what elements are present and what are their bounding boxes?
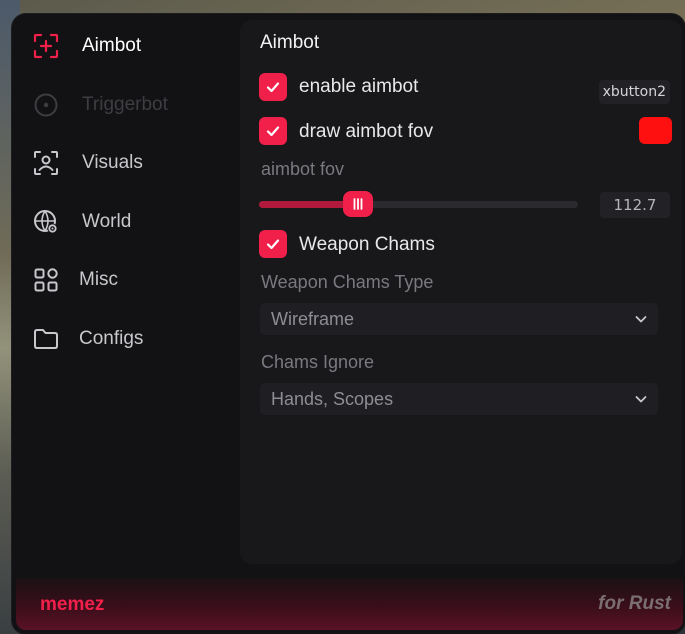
- draw-fov-label: draw aimbot fov: [299, 121, 434, 142]
- checkmark-icon: [266, 82, 280, 93]
- fov-slider-label: aimbot fov: [261, 159, 345, 179]
- cheat-menu-window: Aimbot Triggerbot Visuals World Misc Con…: [12, 14, 685, 634]
- sidebar-item-configs[interactable]: Configs: [12, 319, 237, 359]
- sidebar-item-label: World: [82, 211, 132, 232]
- sidebar: Aimbot Triggerbot Visuals World Misc Con…: [12, 14, 237, 574]
- sidebar-item-label: Triggerbot: [82, 94, 168, 115]
- chams-ignore-dropdown[interactable]: Hands, Scopes: [260, 383, 658, 415]
- settings-panel: Aimbot enable aimbot xbutton2 draw aimbo…: [240, 20, 682, 564]
- chams-ignore-label: Chams Ignore: [261, 352, 375, 372]
- weapon-chams-label: Weapon Chams: [299, 234, 435, 255]
- brand-logo: memez: [40, 594, 105, 615]
- fov-color-picker[interactable]: [639, 117, 672, 144]
- chevron-down-icon: [635, 316, 647, 323]
- fov-value-input[interactable]: 112.7: [600, 192, 670, 218]
- sidebar-item-visuals[interactable]: Visuals: [12, 143, 237, 183]
- footer-bar: memez for Rust: [16, 578, 683, 630]
- sidebar-item-world[interactable]: World: [12, 202, 237, 242]
- draw-fov-checkbox[interactable]: [259, 117, 287, 145]
- weapon-chams-checkbox[interactable]: [259, 230, 287, 258]
- folder-icon: [32, 325, 60, 353]
- checkmark-icon: [266, 239, 280, 250]
- fov-slider-track[interactable]: [259, 201, 578, 208]
- checkmark-icon: [266, 126, 280, 137]
- fov-slider-handle[interactable]: [343, 191, 373, 217]
- panel-title: Aimbot: [260, 32, 320, 53]
- sidebar-item-triggerbot[interactable]: Triggerbot: [12, 85, 237, 125]
- target-circle-icon: [32, 91, 60, 119]
- grid-icon: [32, 266, 60, 294]
- chams-type-value: Wireframe: [271, 309, 355, 329]
- enable-aimbot-label: enable aimbot: [299, 76, 419, 97]
- sidebar-item-label: Configs: [79, 328, 144, 349]
- chams-type-label: Weapon Chams Type: [261, 272, 434, 292]
- user-scan-icon: [32, 149, 60, 177]
- grip-icon: [353, 198, 363, 210]
- footer-tagline: for Rust: [598, 593, 671, 614]
- aimbot-keybind-button[interactable]: xbutton2: [598, 80, 670, 104]
- sidebar-item-misc[interactable]: Misc: [12, 260, 237, 300]
- sidebar-item-label: Aimbot: [82, 35, 142, 56]
- enable-aimbot-checkbox[interactable]: [259, 73, 287, 101]
- crosshair-plus-icon: [32, 32, 60, 60]
- chevron-down-icon: [635, 396, 647, 403]
- globe-gear-icon: [32, 208, 60, 236]
- sidebar-item-aimbot[interactable]: Aimbot: [12, 26, 237, 66]
- chams-type-dropdown[interactable]: Wireframe: [260, 303, 658, 335]
- sidebar-item-label: Misc: [79, 269, 119, 290]
- chams-ignore-value: Hands, Scopes: [271, 389, 394, 409]
- sidebar-item-label: Visuals: [82, 152, 143, 173]
